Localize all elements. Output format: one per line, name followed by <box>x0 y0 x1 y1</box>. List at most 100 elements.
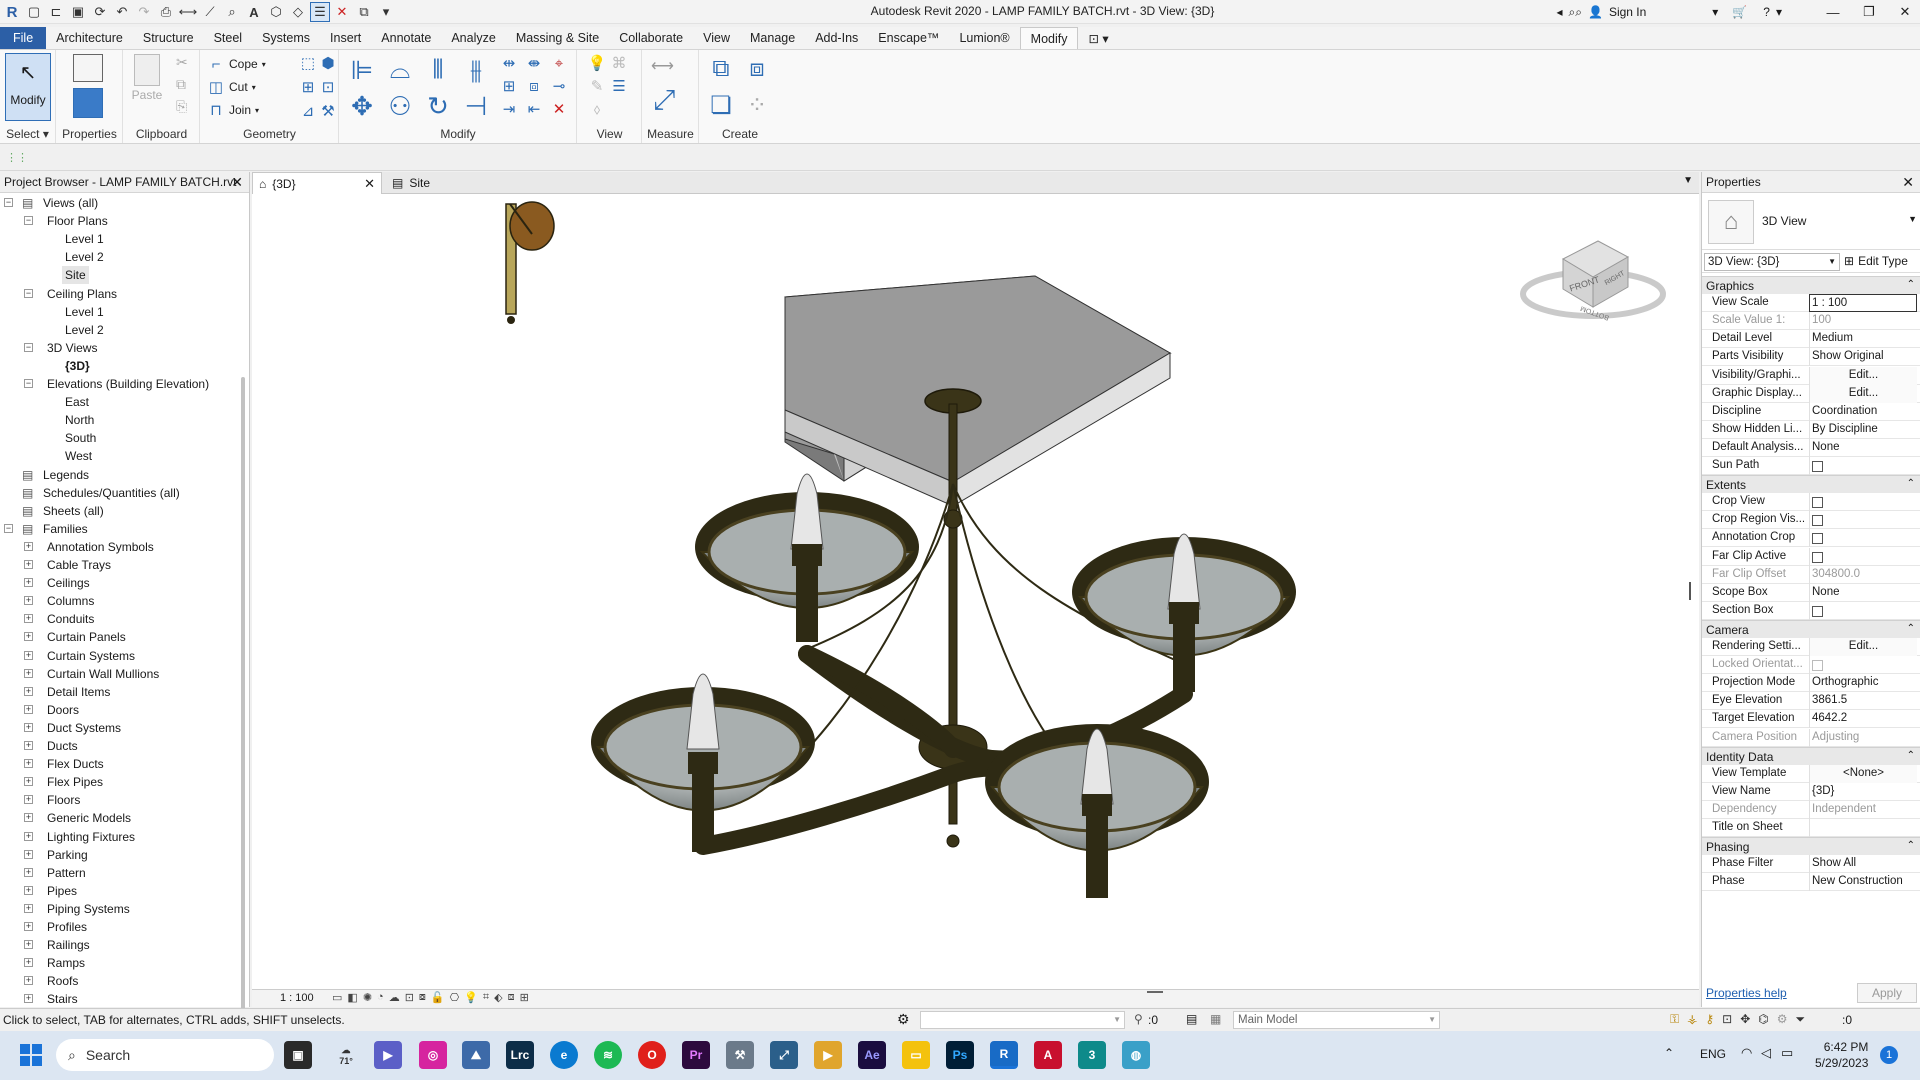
property-checkbox[interactable] <box>1812 533 1823 545</box>
windows-start-icon[interactable] <box>20 1044 42 1066</box>
taskbar-search[interactable]: ⌕ Search <box>56 1039 274 1071</box>
select-links-icon[interactable]: ⚿ <box>1670 1012 1679 1027</box>
tree-toggle[interactable]: + <box>24 722 33 732</box>
create-parts-icon[interactable]: ⧈ <box>742 54 772 84</box>
property-value[interactable] <box>1809 457 1917 475</box>
tray-overflow-icon[interactable]: ⌃ <box>1664 1046 1674 1060</box>
property-checkbox[interactable] <box>1812 515 1823 527</box>
browser-node[interactable]: Level 1 <box>62 230 107 248</box>
browser-node[interactable]: Piping Systems <box>44 900 133 918</box>
tree-toggle[interactable]: + <box>24 976 33 986</box>
browser-node[interactable]: Legends <box>40 466 92 484</box>
ribbon-tab-view[interactable]: View <box>693 27 740 49</box>
browser-node[interactable]: Floor Plans <box>44 212 111 230</box>
browser-node[interactable]: North <box>62 411 97 429</box>
cut-clipboard-icon[interactable]: ✂ <box>176 54 188 71</box>
browser-node[interactable]: Families <box>40 520 91 538</box>
lumion-icon[interactable]: ◍ <box>1122 1041 1150 1069</box>
browser-node[interactable]: Pipes <box>44 882 80 900</box>
trim-multiple-icon[interactable]: ⇥ <box>500 100 518 118</box>
measure-between-icon[interactable]: ⟷ <box>651 56 674 76</box>
tree-toggle[interactable]: + <box>24 849 33 859</box>
photoshop-icon[interactable]: Ps <box>946 1041 974 1069</box>
browser-node[interactable]: Roofs <box>44 972 81 990</box>
demolish-icon[interactable]: ⊡ <box>319 78 337 96</box>
browser-node[interactable]: Floors <box>44 791 83 809</box>
3dsmax-icon[interactable]: 3 <box>1078 1041 1106 1069</box>
tree-toggle[interactable]: + <box>24 741 33 750</box>
property-value[interactable]: Show Original <box>1809 348 1917 367</box>
lightroom-icon[interactable]: Lrc <box>506 1041 534 1069</box>
array-icon[interactable]: ⊞ <box>500 77 518 95</box>
user-icon[interactable]: 👤 <box>1588 5 1603 19</box>
property-value[interactable]: By Discipline <box>1809 420 1917 439</box>
hide-icon[interactable]: 💡 <box>588 54 607 72</box>
browser-node[interactable]: West <box>62 447 95 465</box>
view-scale[interactable]: 1 : 100 <box>280 992 314 1004</box>
temp-hide-icon[interactable]: ⎔ <box>450 991 460 1004</box>
override-icon[interactable]: ⌘ <box>610 54 628 72</box>
browser-node[interactable]: South <box>62 429 99 447</box>
ribbon-tab-structure[interactable]: Structure <box>133 27 204 49</box>
ribbon-tab-modify[interactable]: Modify <box>1019 27 1079 49</box>
workset-dropdown[interactable]: ▼ <box>920 1011 1125 1029</box>
close-browser-icon[interactable]: ✕ <box>231 174 243 191</box>
shadows-icon[interactable]: ◔ <box>377 991 384 1004</box>
ribbon-tab-insert[interactable]: Insert <box>320 27 371 49</box>
browser-node[interactable]: Parking <box>44 846 91 864</box>
browser-node[interactable]: Flex Ducts <box>44 755 107 773</box>
design-options-active-icon[interactable]: ▦ <box>1210 1012 1221 1026</box>
design-options-icon[interactable]: ▤ <box>1186 1012 1197 1026</box>
properties-icon[interactable] <box>73 88 103 118</box>
clock[interactable]: 6:42 PM 5/29/2023 <box>1815 1039 1868 1071</box>
analytical-icon[interactable]: ⬖ <box>494 991 502 1004</box>
crop-region-icon[interactable]: ⧇ <box>419 991 426 1004</box>
cope-button[interactable]: ⌐ Cope ▾ <box>207 55 266 73</box>
ribbon-tab-analyze[interactable]: Analyze <box>441 27 505 49</box>
file-explorer-icon[interactable]: ▭ <box>902 1041 930 1069</box>
navisworks-icon[interactable]: ⤢ <box>770 1041 798 1069</box>
help-chevron-icon[interactable]: ▾ <box>1776 5 1782 19</box>
spotify-icon[interactable]: ≋ <box>594 1041 622 1069</box>
browser-node[interactable]: Ceilings <box>44 574 93 592</box>
type-selector[interactable]: ⌂ 3D View ▼ <box>1702 194 1920 250</box>
tree-toggle[interactable]: − <box>4 523 13 533</box>
browser-node[interactable]: Railings <box>44 936 93 954</box>
property-value[interactable] <box>1809 493 1917 512</box>
collapse-section-icon[interactable]: ⌃ <box>1907 279 1915 290</box>
ribbon-tab-file[interactable]: File <box>0 27 47 49</box>
property-value[interactable]: Edit... <box>1809 384 1917 403</box>
browser-node[interactable]: {3D} <box>62 357 93 375</box>
browser-node[interactable]: Pattern <box>44 864 89 882</box>
browser-node[interactable]: Curtain Panels <box>44 628 129 646</box>
property-value[interactable] <box>1809 511 1917 530</box>
photos-icon[interactable]: ⛰ <box>462 1041 490 1069</box>
beam-join-icon[interactable]: ⊿ <box>299 102 317 120</box>
tree-toggle[interactable]: − <box>24 342 33 352</box>
tree-toggle[interactable]: + <box>24 813 33 823</box>
browser-node[interactable]: Ramps <box>44 954 88 972</box>
type-properties-icon[interactable] <box>73 54 103 82</box>
copy-icon[interactable]: ⚇ <box>384 90 416 122</box>
offset-icon[interactable]: ⌓ <box>384 54 416 86</box>
tree-toggle[interactable]: + <box>24 994 33 1004</box>
browser-node[interactable]: Level 2 <box>62 248 107 266</box>
ribbon-tab-annotate[interactable]: Annotate <box>371 27 441 49</box>
reveal-hidden-icon[interactable]: 💡 <box>464 991 478 1004</box>
select-underlay-icon[interactable]: ⚶ <box>1687 1012 1697 1027</box>
properties-section-header[interactable]: Identity Data ⌃ <box>1702 746 1920 765</box>
ribbon-display-options-icon[interactable]: ⊡ ▾ <box>1078 27 1118 49</box>
ribbon-tab-massing-site[interactable]: Massing & Site <box>506 27 609 49</box>
tree-toggle[interactable]: − <box>24 379 33 388</box>
property-value[interactable] <box>1809 601 1917 620</box>
align-icon[interactable]: ⊫ <box>346 54 378 86</box>
property-value[interactable]: None <box>1809 438 1917 457</box>
rendering-icon[interactable]: ☁ <box>389 991 400 1004</box>
instagram-icon[interactable]: ◎ <box>419 1041 447 1069</box>
highlight-icon[interactable]: ⧈ <box>508 991 515 1004</box>
tree-toggle[interactable]: + <box>24 940 33 950</box>
teams-icon[interactable]: ▶ <box>374 1041 402 1069</box>
sign-in-link[interactable]: Sign In <box>1609 5 1646 19</box>
property-value[interactable]: Edit... <box>1809 638 1917 656</box>
browser-node[interactable]: Curtain Wall Mullions <box>44 665 162 683</box>
